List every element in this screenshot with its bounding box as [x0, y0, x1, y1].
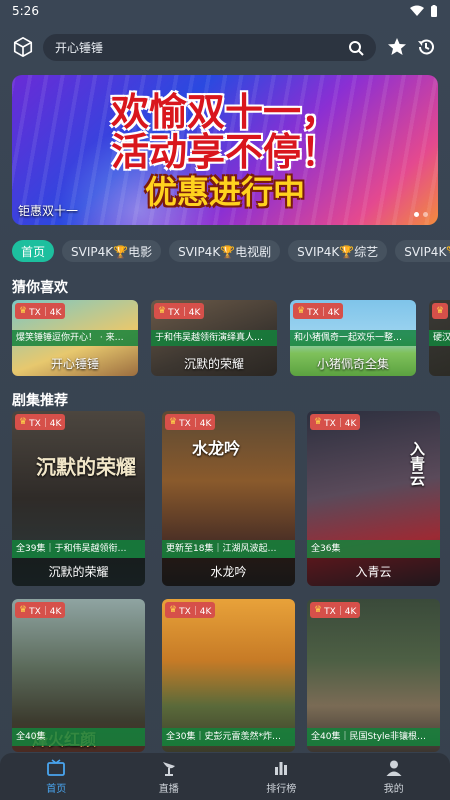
quality-badge: ♛ [432, 303, 449, 319]
crown-icon: ♛ [297, 306, 306, 316]
pager-dot[interactable] [423, 212, 428, 217]
drama-card[interactable]: ♛ TX｜4K 水龙吟 更新至18集｜江湖风波起… 水龙吟 [162, 411, 295, 586]
nav-label: 排行榜 [266, 783, 297, 795]
crown-icon: ♛ [169, 417, 178, 427]
poster-title: 沉默的荣耀 [36, 455, 136, 479]
status-time: 5:26 [12, 4, 39, 18]
crown-icon: ♛ [436, 306, 445, 316]
card-description: 全30集｜史彭元雷羡然*炸… [162, 728, 295, 746]
card-description: 全40集｜民国Style非镶根… [307, 728, 440, 746]
card-description: 全40集 [12, 728, 145, 746]
section-title-drama: 剧集推荐 [12, 393, 68, 409]
crown-icon: ♛ [314, 417, 323, 427]
crown-icon: ♛ [19, 417, 28, 427]
badge-label: TX｜4K [324, 606, 357, 617]
card-description: 更新至18集｜江湖风波起… [162, 540, 295, 558]
nav-label: 首页 [46, 783, 67, 795]
quality-badge: ♛ TX｜4K [165, 414, 216, 430]
bar-chart-icon [275, 761, 288, 775]
nav-home[interactable]: 首页 [0, 753, 113, 800]
search-bar[interactable] [43, 34, 376, 61]
star-icon[interactable] [387, 37, 407, 57]
history-icon[interactable] [416, 37, 436, 57]
card-description: 爆笑锤锤逗你开心！ · 来… [12, 330, 138, 346]
section-title-guess: 猜你喜欢 [12, 280, 68, 296]
badge-label: TX｜4K [29, 606, 62, 617]
banner-caption: 钜惠双十一 [18, 204, 79, 218]
quality-badge: ♛ TX｜4K [15, 303, 66, 319]
drama-card[interactable]: ♛ TX｜4K 沉默的荣耀 全39集｜于和伟吴越领衔… 沉默的荣耀 [12, 411, 145, 586]
quality-badge: ♛ TX｜4K [154, 303, 205, 319]
poster-title: 入青云 [408, 441, 426, 486]
card-description: 全39集｜于和伟吴越领衔… [12, 540, 145, 558]
bottom-nav: 首页 直播 排行榜 我的 [0, 753, 450, 800]
badge-label: TX｜4K [168, 307, 201, 318]
search-input[interactable] [55, 40, 348, 55]
tab-svip4k-anime[interactable]: SVIP4K🏆动 [395, 240, 450, 262]
category-tabs: 首页 SVIP4K🏆电影 SVIP4K🏆电视剧 SVIP4K🏆综艺 SVIP4K… [12, 240, 450, 262]
quality-badge: ♛ TX｜4K [310, 414, 361, 430]
badge-label: TX｜4K [307, 307, 340, 318]
cube-logo-icon[interactable] [12, 36, 34, 58]
guess-card[interactable]: ♛ TX｜4K 爆笑锤锤逗你开心！ · 来… 开心锤锤 [12, 300, 138, 376]
badge-label: TX｜4K [29, 307, 62, 318]
crown-icon: ♛ [169, 605, 178, 615]
guess-card[interactable]: ♛ TX｜4K 和小猪佩奇一起欢乐一整… 小猪佩奇全集 [290, 300, 416, 376]
nav-live[interactable]: 直播 [113, 753, 226, 800]
crown-icon: ♛ [314, 605, 323, 615]
top-bar [0, 32, 450, 62]
quality-badge: ♛ TX｜4K [165, 602, 216, 618]
tv-icon [47, 758, 66, 776]
crown-icon: ♛ [19, 306, 28, 316]
promo-banner[interactable]: 欢愉双十一， 活动享不停！ 优惠进行中 钜惠双十一 [12, 75, 438, 225]
crown-icon: ♛ [158, 306, 167, 316]
search-icon[interactable] [348, 40, 364, 56]
guess-card[interactable]: ♛ TX｜4K 于和伟吴越领衔演绎真人… 沉默的荣耀 [151, 300, 277, 376]
nav-ranking[interactable]: 排行榜 [225, 753, 338, 800]
card-title: 水龙吟 [162, 558, 295, 586]
quality-badge: ♛ TX｜4K [15, 602, 66, 618]
satellite-icon [162, 761, 175, 776]
status-icons [410, 4, 438, 18]
card-title: 沉默的荣耀 [12, 558, 145, 586]
battery-icon [431, 4, 437, 17]
nav-mine[interactable]: 我的 [338, 753, 450, 800]
drama-card[interactable]: ♛ TX｜4K 入青云 全36集 入青云 [307, 411, 440, 586]
tab-svip4k-tv[interactable]: SVIP4K🏆电视剧 [169, 240, 281, 262]
guess-list: ♛ TX｜4K 爆笑锤锤逗你开心！ · 来… 开心锤锤 ♛ TX｜4K 于和伟吴越领… [12, 300, 450, 376]
badge-label: TX｜4K [29, 418, 62, 429]
crown-icon: ♛ [19, 605, 28, 615]
badge-label: TX｜4K [179, 418, 212, 429]
card-title: 开心锤锤 [50, 357, 99, 371]
card-description: 全36集 [307, 540, 440, 558]
nav-label: 我的 [383, 783, 404, 795]
guess-card[interactable]: ♛ 硬汉 [429, 300, 450, 376]
card-description: 硬汉 [429, 330, 450, 346]
card-title: 小猪佩奇全集 [316, 357, 389, 371]
quality-badge: ♛ TX｜4K [15, 414, 66, 430]
card-description: 于和伟吴越领衔演绎真人… [151, 330, 277, 346]
card-description: 和小猪佩奇一起欢乐一整… [290, 330, 416, 346]
user-icon [386, 760, 402, 776]
badge-label: TX｜4K [324, 418, 357, 429]
badge-label: TX｜4K [179, 606, 212, 617]
tab-svip4k-movie[interactable]: SVIP4K🏆电影 [62, 240, 162, 262]
tab-svip4k-variety[interactable]: SVIP4K🏆综艺 [288, 240, 388, 262]
status-bar: 5:26 [0, 0, 450, 22]
tab-home[interactable]: 首页 [12, 240, 55, 262]
card-title: 入青云 [307, 558, 440, 586]
quality-badge: ♛ TX｜4K [310, 602, 361, 618]
wifi-icon [410, 5, 424, 16]
drama-card[interactable]: ♛ TX｜4K 全30集｜史彭元雷羡然*炸… [162, 599, 295, 752]
nav-label: 直播 [158, 783, 179, 795]
drama-card[interactable]: ♛TX｜4K 烽火红颜 全40集 [12, 599, 145, 752]
pager-dot[interactable] [414, 212, 419, 217]
banner-pager[interactable] [414, 212, 428, 217]
poster-title: 水龙吟 [192, 439, 241, 458]
quality-badge: ♛ TX｜4K [293, 303, 344, 319]
card-title: 沉默的荣耀 [183, 357, 244, 371]
drama-card[interactable]: ♛ TX｜4K 全40集｜民国Style非镶根… [307, 599, 440, 752]
